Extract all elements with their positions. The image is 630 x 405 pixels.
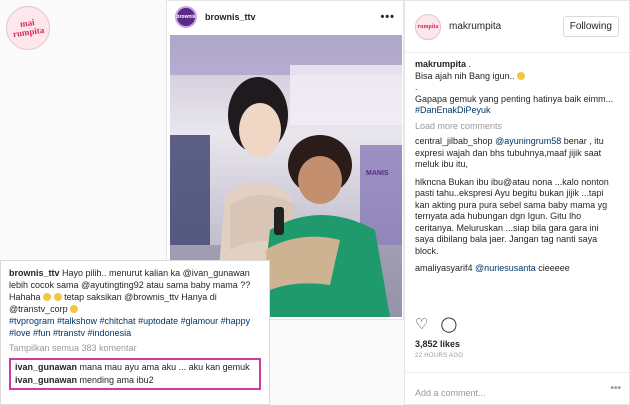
post-avatar[interactable]: brownis — [175, 6, 197, 28]
comment-hashtag[interactable]: #DanEnakDiPeyuk — [415, 105, 619, 117]
following-button[interactable]: Following — [562, 16, 619, 37]
add-comment-bar: ••• — [405, 372, 629, 404]
caption-username[interactable]: brownis_ttv — [9, 268, 60, 278]
comment-text: mana mau ayu ama aku ... aku kan gemuk — [79, 362, 250, 372]
thread-comment: central_jilbab_shop @ayuningrum58 benar … — [415, 136, 619, 171]
comment-line: Gapapa gemuk yang penting hatinya baik e… — [415, 93, 614, 104]
thread-comment: hlkncna Bukan ibu ibu@atau nona ...kalo … — [415, 177, 619, 258]
caption-body-2: tetap saksikan @brownis_ttv Hanya di @tr… — [9, 292, 217, 314]
grin-emoji-icon — [53, 293, 62, 301]
post-username[interactable]: brownis_ttv — [205, 12, 380, 22]
comment-mention[interactable]: @nuriesusanta — [475, 263, 536, 273]
view-all-comments-link[interactable]: Tampilkan semua 383 komentar — [9, 342, 261, 354]
comments-list: makrumpita . Bisa ajah nih Bang igun.. .… — [405, 55, 629, 313]
panel-avatar[interactable]: rumpita — [415, 13, 441, 40]
corner-logo-text: mai rumpita — [12, 17, 45, 40]
post-detail-panel: rumpita makrumpita Following makrumpita … — [404, 0, 630, 405]
thread-comment: amaliyasyarif4 @nuriesusanta cieeeee — [415, 263, 619, 275]
comment-username[interactable]: central_jilbab_shop — [415, 136, 493, 146]
post-actions: ♡ ◯ — [415, 315, 457, 333]
highlighted-comment: ivan_gunawan mana mau ayu ama aku ... ak… — [15, 362, 255, 373]
panel-header: rumpita makrumpita Following — [405, 1, 629, 53]
panel-username[interactable]: makrumpita — [449, 21, 563, 32]
caption-hashtags[interactable]: #tvprogram #talkshow #chitchat #uptodate… — [9, 315, 261, 339]
comment-line: . — [415, 82, 418, 92]
post-more-icon[interactable]: ••• — [380, 11, 395, 23]
comment-text: Bisa ajah nih Bang igun.. — [415, 70, 515, 81]
caption-box: brownis_ttv Hayo pilih.. menurut kalian … — [0, 260, 270, 405]
highlighted-comment: ivan_gunawan mending ama ibu2 — [15, 375, 255, 386]
comment-mention[interactable]: @ayuningrum58 — [495, 136, 561, 146]
comment-text: . — [468, 59, 472, 69]
comment-username[interactable]: ivan_gunawan — [15, 362, 77, 372]
post-avatar-text: brownis — [176, 14, 196, 20]
heart-icon[interactable]: ♡ — [415, 315, 428, 333]
comment-text: hlkncna Bukan ibu ibu@atau nona ...kalo … — [415, 176, 609, 256]
comment-line: Bisa ajah nih Bang igun.. — [415, 71, 619, 83]
comment-username[interactable]: makrumpita — [415, 59, 466, 69]
caption-text: brownis_ttv Hayo pilih.. menurut kalian … — [9, 267, 261, 315]
laugh-emoji-icon — [43, 293, 52, 301]
svg-text:MANIS: MANIS — [366, 170, 389, 177]
comment-username[interactable]: ivan_gunawan — [15, 375, 77, 385]
comment-username[interactable]: amaliyasyarif4 — [415, 263, 473, 273]
post-header: brownis brownis_ttv ••• — [167, 1, 403, 33]
corner-avatar[interactable]: mai rumpita — [6, 6, 50, 50]
panel-avatar-text: rumpita — [417, 23, 439, 30]
comment-text: cieeeee — [538, 263, 570, 273]
laugh-emoji-icon — [517, 71, 526, 80]
smile-emoji-icon — [70, 305, 79, 313]
highlighted-comments: ivan_gunawan mana mau ayu ama aku ... ak… — [9, 358, 261, 390]
comment-text: mending ama ibu2 — [79, 375, 154, 385]
comment-icon[interactable]: ◯ — [440, 315, 457, 333]
add-comment-input[interactable] — [415, 388, 595, 398]
post-timestamp: 22 HOURS AGO — [415, 353, 464, 359]
load-more-comments-link[interactable]: Load more comments — [415, 121, 619, 133]
likes-count[interactable]: 3,852 likes — [415, 339, 460, 349]
comment-line: makrumpita . — [415, 59, 619, 71]
more-options-icon[interactable]: ••• — [610, 383, 621, 394]
